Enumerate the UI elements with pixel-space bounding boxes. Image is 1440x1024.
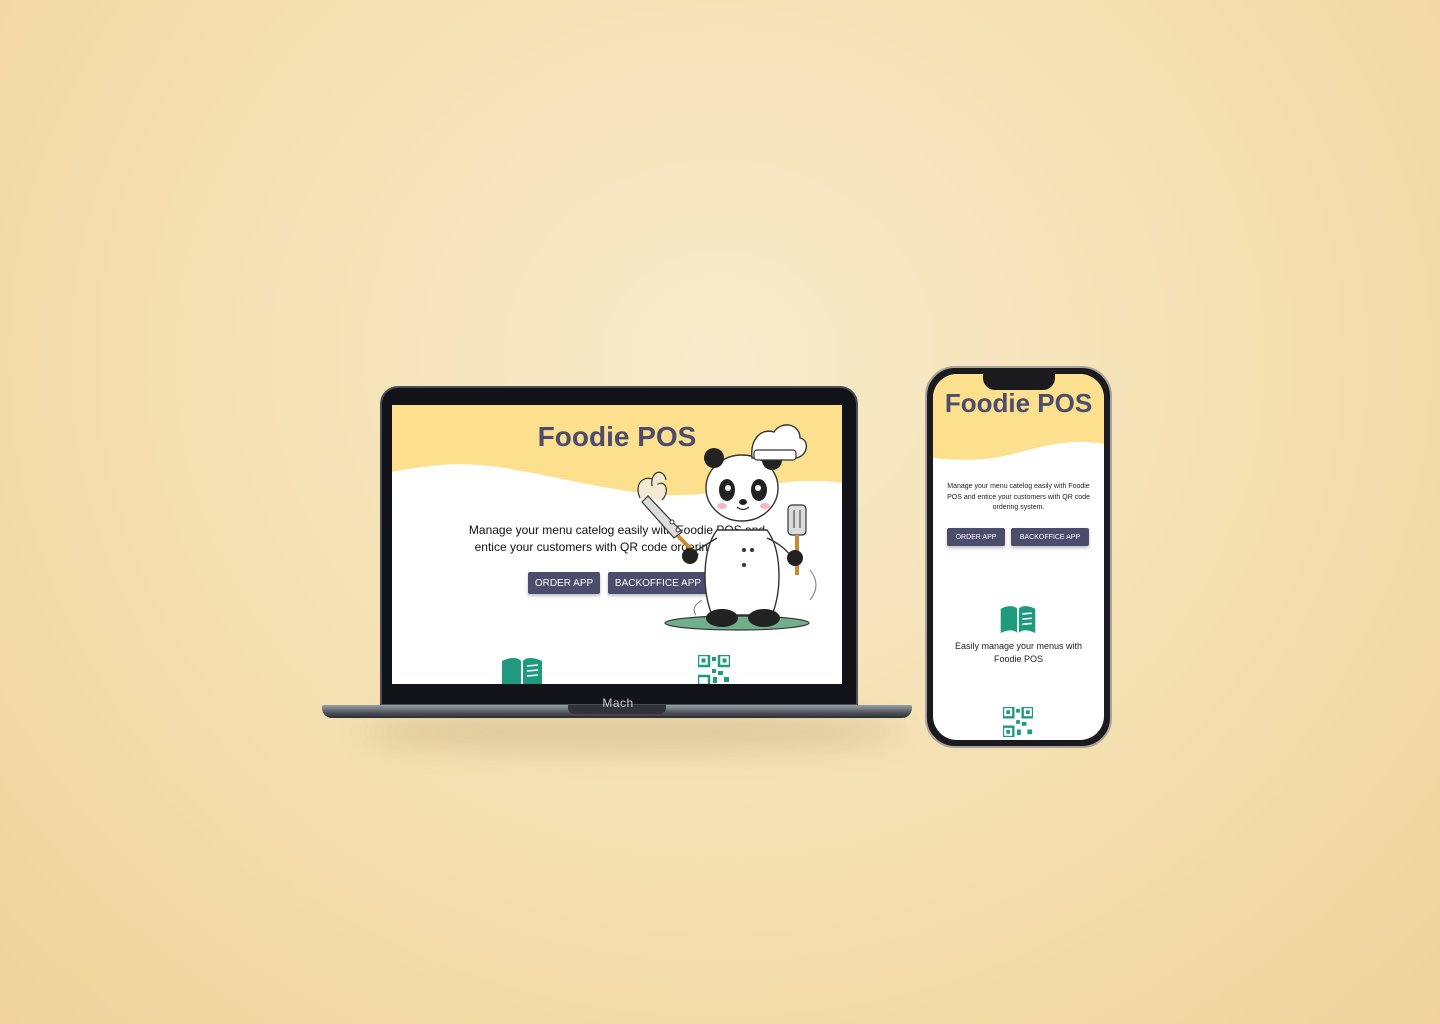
order-app-button[interactable]: ORDER APP — [528, 572, 600, 594]
backoffice-app-button[interactable]: BACKOFFICE APP — [1011, 528, 1089, 546]
panda-chef-illustration — [637, 424, 817, 631]
qr-code-icon — [1003, 707, 1033, 737]
site-title: Foodie POS — [944, 388, 1093, 418]
laptop-screen: Foodie POS Manage your menu catelog easi… — [392, 405, 842, 684]
phone-notch — [983, 374, 1055, 390]
order-app-button[interactable]: ORDER APP — [947, 528, 1005, 546]
menu-book-icon — [502, 658, 542, 684]
site-description: Manage your menu catelog easily with Foo… — [947, 483, 1090, 511]
menu-book-icon — [1000, 606, 1036, 633]
qr-code-icon — [698, 655, 730, 684]
laptop-brand-label: Mach — [602, 696, 634, 710]
laptop-shadow — [360, 712, 900, 752]
feature-text: Easily manage your menus with Foodie POS — [954, 641, 1083, 664]
phone-screen: Foodie POS Manage your menu catelog easi… — [933, 374, 1104, 740]
